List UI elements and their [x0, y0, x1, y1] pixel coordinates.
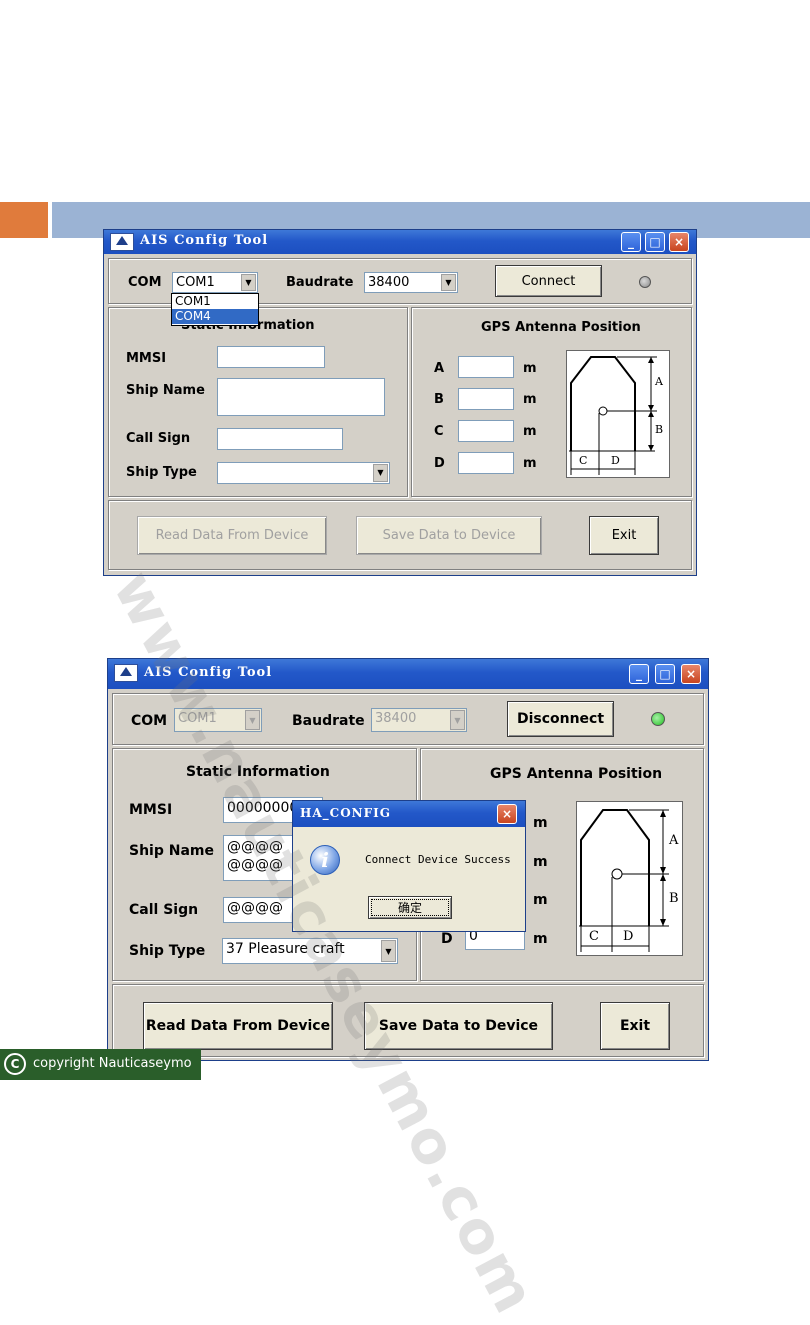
- diagram-label-b: B: [655, 423, 663, 436]
- diagram-label-a: A: [654, 375, 664, 388]
- minimize-button[interactable]: _: [621, 232, 641, 252]
- diagram-label-a: A: [668, 833, 679, 848]
- gps-antenna-title: GPS Antenna Position: [490, 766, 663, 782]
- chevron-down-icon[interactable]: ▼: [441, 274, 456, 291]
- header-accent-bar: [0, 202, 48, 238]
- com-select[interactable]: COM1 ▼: [172, 272, 258, 293]
- gps-c-input[interactable]: [458, 420, 514, 442]
- ship-type-label: Ship Type: [126, 465, 197, 480]
- antenna-position-diagram: A B C D: [576, 801, 683, 956]
- app-logo-icon: [114, 664, 138, 682]
- ship-type-label: Ship Type: [129, 943, 206, 959]
- app-logo-icon: [110, 233, 134, 251]
- gps-b-unit: m: [533, 854, 548, 870]
- com-label: COM: [128, 275, 162, 290]
- connection-status-led: [639, 276, 651, 288]
- diagram-label-d: D: [611, 454, 620, 467]
- com-option-com1[interactable]: COM1: [172, 294, 258, 309]
- connection-status-led: [651, 712, 665, 726]
- window-title: AIS Config Tool: [140, 233, 269, 248]
- gps-d-label: D: [441, 931, 453, 947]
- copyright-icon: C: [4, 1053, 26, 1075]
- baudrate-select[interactable]: 38400 ▼: [364, 272, 458, 293]
- save-data-button[interactable]: Save Data to Device: [356, 516, 542, 555]
- gps-b-label: B: [434, 392, 444, 407]
- call-sign-label: Call Sign: [129, 902, 199, 918]
- gps-antenna-title: GPS Antenna Position: [481, 320, 641, 335]
- gps-c-label: C: [434, 424, 444, 439]
- dialog-ok-button[interactable]: 确定: [368, 896, 452, 919]
- ship-name-label: Ship Name: [126, 383, 205, 398]
- window-titlebar[interactable]: AIS Config Tool _ □ ×: [104, 230, 696, 254]
- gps-a-unit: m: [523, 361, 537, 376]
- gps-d-unit: m: [523, 456, 537, 471]
- diagram-label-c: C: [579, 454, 587, 467]
- antenna-position-diagram: A B C D: [566, 350, 670, 478]
- ship-outline-diagram: A B C D: [569, 356, 664, 475]
- baudrate-select-value: 38400: [368, 275, 410, 290]
- baudrate-label: Baudrate: [292, 713, 365, 729]
- ship-type-select[interactable]: ▼: [217, 462, 390, 484]
- chevron-down-icon[interactable]: ▼: [381, 940, 396, 962]
- diagram-label-c: C: [589, 929, 599, 944]
- chevron-down-icon: ▼: [450, 710, 465, 730]
- gps-c-unit: m: [523, 424, 537, 439]
- close-button[interactable]: ×: [669, 232, 689, 252]
- chevron-down-icon[interactable]: ▼: [241, 274, 256, 291]
- exit-button[interactable]: Exit: [600, 1002, 670, 1050]
- chevron-down-icon[interactable]: ▼: [373, 464, 388, 482]
- dialog-message: Connect Device Success: [365, 853, 511, 866]
- baudrate-label: Baudrate: [286, 275, 354, 290]
- gps-d-unit: m: [533, 931, 548, 947]
- disconnect-button[interactable]: Disconnect: [507, 701, 614, 737]
- copyright-text: copyright Nauticaseymo: [33, 1056, 192, 1071]
- gps-b-input[interactable]: [458, 388, 514, 410]
- exit-button[interactable]: Exit: [589, 516, 659, 555]
- gps-a-input[interactable]: [458, 356, 514, 378]
- mmsi-label: MMSI: [129, 802, 173, 818]
- dialog-titlebar[interactable]: HA_CONFIG ×: [293, 801, 525, 827]
- ship-name-label: Ship Name: [129, 843, 214, 859]
- copyright-badge: C copyright Nauticaseymo: [0, 1049, 201, 1080]
- com-option-com4[interactable]: COM4: [172, 309, 258, 324]
- baudrate-select[interactable]: 38400 ▼: [371, 708, 467, 732]
- com-select-value: COM1: [176, 275, 215, 290]
- dialog-close-button[interactable]: ×: [497, 804, 517, 824]
- com-label: COM: [131, 713, 168, 729]
- maximize-button[interactable]: □: [645, 232, 665, 252]
- call-sign-input[interactable]: [217, 428, 343, 450]
- baudrate-select-value: 38400: [375, 711, 417, 726]
- dialog-title: HA_CONFIG: [300, 806, 392, 820]
- close-button[interactable]: ×: [681, 664, 701, 684]
- gps-a-unit: m: [533, 815, 548, 831]
- diagram-label-b: B: [669, 891, 679, 906]
- maximize-button[interactable]: □: [655, 664, 675, 684]
- read-data-button[interactable]: Read Data From Device: [143, 1002, 333, 1050]
- ship-name-input[interactable]: [217, 378, 385, 416]
- call-sign-label: Call Sign: [126, 431, 191, 446]
- diagram-label-d: D: [623, 929, 633, 944]
- gps-c-unit: m: [533, 892, 548, 908]
- connect-button[interactable]: Connect: [495, 265, 602, 297]
- gps-d-label: D: [434, 456, 445, 471]
- minimize-button[interactable]: _: [629, 664, 649, 684]
- gps-a-label: A: [434, 361, 445, 376]
- ship-outline-diagram: A B C D: [579, 809, 679, 952]
- read-data-button[interactable]: Read Data From Device: [137, 516, 327, 555]
- ais-config-window-disconnected: AIS Config Tool _ □ × COM COM1 ▼ Baudrat…: [103, 229, 697, 576]
- gps-b-unit: m: [523, 392, 537, 407]
- com-dropdown-list: COM1 COM4: [171, 293, 259, 326]
- mmsi-label: MMSI: [126, 351, 167, 366]
- gps-d-input[interactable]: [458, 452, 514, 474]
- mmsi-input[interactable]: [217, 346, 325, 368]
